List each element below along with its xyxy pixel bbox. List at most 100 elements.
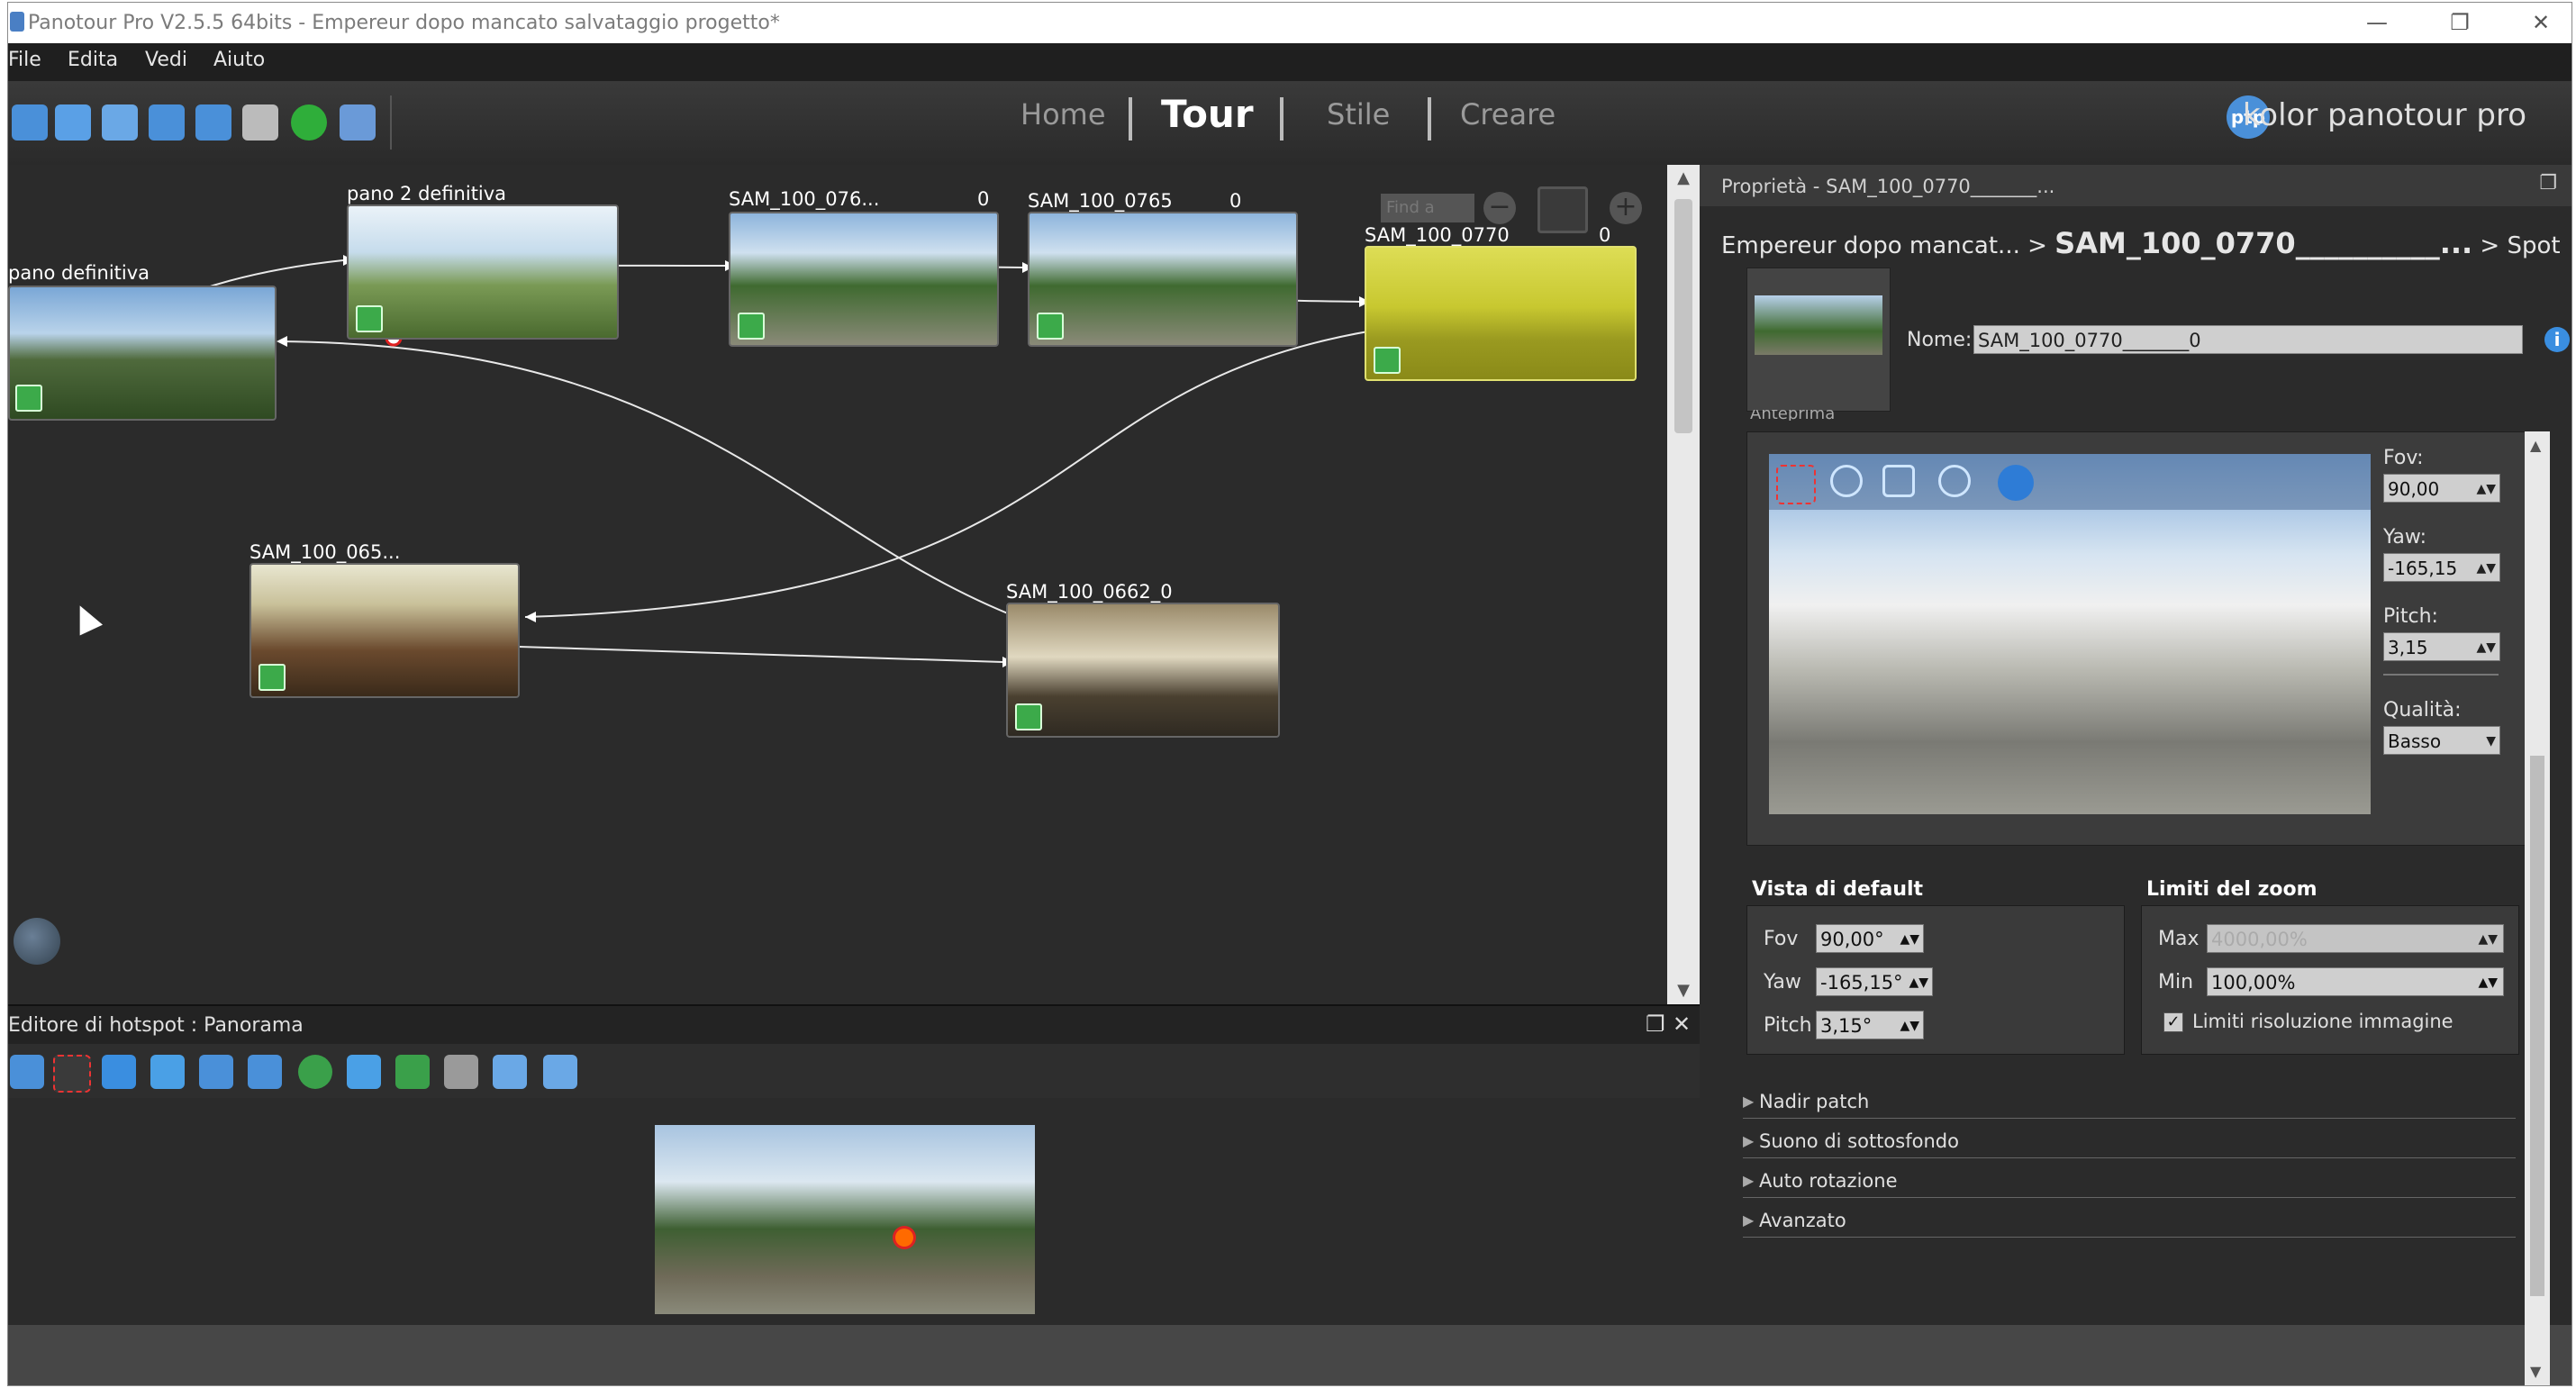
menu-vedi[interactable]: Vedi <box>145 49 187 71</box>
pitch-spinbox[interactable]: 3,15 ▲▼ <box>2383 632 2500 661</box>
play-icon[interactable] <box>291 104 327 141</box>
tab-stile[interactable]: Stile <box>1327 97 1390 132</box>
image-limits-checkbox[interactable]: ✓ <box>2163 1012 2183 1032</box>
select-rect-icon[interactable] <box>53 1055 91 1093</box>
section-label: Nadir patch <box>1759 1091 1870 1112</box>
tab-home[interactable]: Home <box>1020 97 1106 132</box>
add-star-icon[interactable] <box>347 1055 381 1089</box>
quality-select[interactable]: Basso ▼ <box>2383 726 2500 755</box>
default-view-title: Vista di default <box>1752 878 1924 901</box>
scroll-down-icon[interactable]: ▼ <box>2530 1363 2541 1380</box>
section-label: Avanzato <box>1759 1210 1846 1231</box>
zoom-max-input[interactable]: 4000,00% ▲▼ <box>2207 924 2504 953</box>
tour-graph-canvas[interactable]: pano definitiva pano 2 definitiva SAM_10… <box>8 165 1667 1004</box>
fov-spinbox[interactable]: 90,00 ▲▼ <box>2383 474 2500 503</box>
breadcrumb-parent[interactable]: Empereur dopo mancat... > <box>1721 232 2047 259</box>
zoom-in-icon[interactable]: + <box>1610 192 1642 224</box>
section-avanzato[interactable]: ▶ Avanzato <box>1743 1210 2516 1238</box>
maximize-button[interactable]: ❐ <box>2433 6 2487 39</box>
add-polygon-icon[interactable] <box>395 1055 430 1089</box>
panorama-node[interactable] <box>8 286 277 421</box>
scrollbar-thumb[interactable] <box>1674 199 1692 433</box>
scroll-up-icon[interactable]: ▲ <box>1674 168 1692 187</box>
zoom-min-input[interactable]: 100,00% ▲▼ <box>2207 967 2504 996</box>
spin-arrows-icon[interactable]: ▲▼ <box>2478 968 2498 997</box>
settings-gear-icon[interactable] <box>242 104 278 141</box>
hotspot-toolbar <box>8 1044 1700 1098</box>
undock-icon[interactable]: ❐ <box>2539 172 2557 195</box>
undo-icon[interactable] <box>149 104 185 141</box>
menu-aiuto[interactable]: Aiuto <box>213 49 265 71</box>
scrollbar-thumb[interactable] <box>2530 756 2544 1296</box>
panorama-node[interactable] <box>729 212 999 347</box>
panorama-node[interactable] <box>347 204 619 340</box>
default-yaw-input[interactable]: -165,15° ▲▼ <box>1816 967 1933 996</box>
add-image-icon[interactable] <box>150 1055 185 1089</box>
panorama-node[interactable] <box>1006 603 1280 738</box>
search-icon[interactable] <box>12 104 48 141</box>
redo-icon[interactable] <box>195 104 231 141</box>
folder-icon[interactable] <box>340 104 376 141</box>
add-arrow-icon[interactable] <box>102 1055 136 1089</box>
select-rect-icon[interactable] <box>1776 465 1816 504</box>
zoom-in-icon[interactable] <box>1938 465 1971 497</box>
spin-arrows-icon[interactable]: ▲▼ <box>1900 1012 1919 1040</box>
hotspot-marker[interactable] <box>895 1229 913 1247</box>
tab-creare[interactable]: Creare <box>1460 97 1556 132</box>
close-icon[interactable]: ✕ <box>1673 1012 1691 1037</box>
add-text-icon[interactable] <box>248 1055 282 1089</box>
minimize-button[interactable]: — <box>2350 6 2404 39</box>
panorama-thumbnail <box>1746 268 1891 412</box>
move-icon[interactable] <box>10 1055 44 1089</box>
add-frame-icon[interactable] <box>444 1055 478 1089</box>
section-nadir-patch[interactable]: ▶ Nadir patch <box>1743 1091 2516 1119</box>
add-panorama-link-icon[interactable] <box>543 1055 577 1089</box>
zoom-max-label: Max <box>2158 928 2200 950</box>
panel-scrollbar[interactable]: ▲ ▼ <box>2525 431 2550 1385</box>
save-icon[interactable] <box>55 104 91 141</box>
node-label: pano 2 definitiva <box>347 183 507 204</box>
nome-input[interactable]: SAM_100_0770_______0 <box>1973 325 2523 354</box>
close-button[interactable]: ✕ <box>2514 6 2568 39</box>
yaw-spinbox[interactable]: -165,15 ▲▼ <box>2383 553 2500 582</box>
add-panorama-icon[interactable] <box>493 1055 527 1089</box>
panorama-badge-icon <box>259 664 286 691</box>
scroll-down-icon[interactable]: ▼ <box>1674 981 1692 1000</box>
spin-arrows-icon[interactable]: ▲▼ <box>2478 925 2498 954</box>
hotspot-panorama-image[interactable] <box>655 1125 1035 1314</box>
section-suono[interactable]: ▶ Suono di sottosfondo <box>1743 1130 2516 1158</box>
panorama-node[interactable] <box>1028 212 1298 347</box>
info-icon[interactable]: i <box>2544 327 2570 352</box>
breadcrumb-current: SAM_100_0770__________... <box>2054 226 2473 260</box>
tab-tour[interactable]: Tour <box>1161 92 1254 136</box>
panorama-node[interactable] <box>249 563 520 698</box>
properties-panel: Proprietà - SAM_100_0770_______... ❐ Emp… <box>1700 165 2571 1385</box>
pitch-label: Pitch: <box>2383 605 2438 628</box>
spin-arrows-icon[interactable]: ▲▼ <box>1909 968 1928 997</box>
scroll-up-icon[interactable]: ▲ <box>2530 437 2541 454</box>
canvas-scrollbar[interactable]: ▲ ▼ <box>1667 165 1700 1004</box>
zoom-out-icon[interactable]: − <box>1483 192 1516 224</box>
panorama-badge-icon <box>1015 703 1042 730</box>
fit-view-icon[interactable] <box>1537 186 1588 233</box>
menu-file[interactable]: File <box>8 49 41 71</box>
preview-image[interactable] <box>1769 454 2371 814</box>
menu-edita[interactable]: Edita <box>68 49 118 71</box>
add-point-icon[interactable] <box>298 1055 332 1089</box>
find-input[interactable]: Find a <box>1381 194 1474 222</box>
undock-icon[interactable]: ❐ <box>1646 1012 1665 1037</box>
zoom-out-icon[interactable] <box>1830 465 1863 497</box>
default-fov-input[interactable]: 90,00° ▲▼ <box>1816 924 1924 953</box>
panorama-node-selected[interactable] <box>1365 246 1637 381</box>
arrow-head <box>525 612 536 622</box>
compass-icon[interactable] <box>1998 465 2034 501</box>
default-pitch-input[interactable]: 3,15° ▲▼ <box>1816 1011 1924 1039</box>
add-panorama-icon[interactable] <box>102 104 138 141</box>
add-video-icon[interactable] <box>199 1055 233 1089</box>
fit-icon[interactable] <box>1882 465 1915 497</box>
breadcrumb-child[interactable]: > Spot <box>2480 232 2560 259</box>
globe-icon[interactable] <box>14 918 60 965</box>
section-auto-rotazione[interactable]: ▶ Auto rotazione <box>1743 1170 2516 1198</box>
spin-arrows-icon[interactable]: ▲▼ <box>1900 925 1919 954</box>
hotspot-editor-area[interactable] <box>8 1098 1700 1325</box>
